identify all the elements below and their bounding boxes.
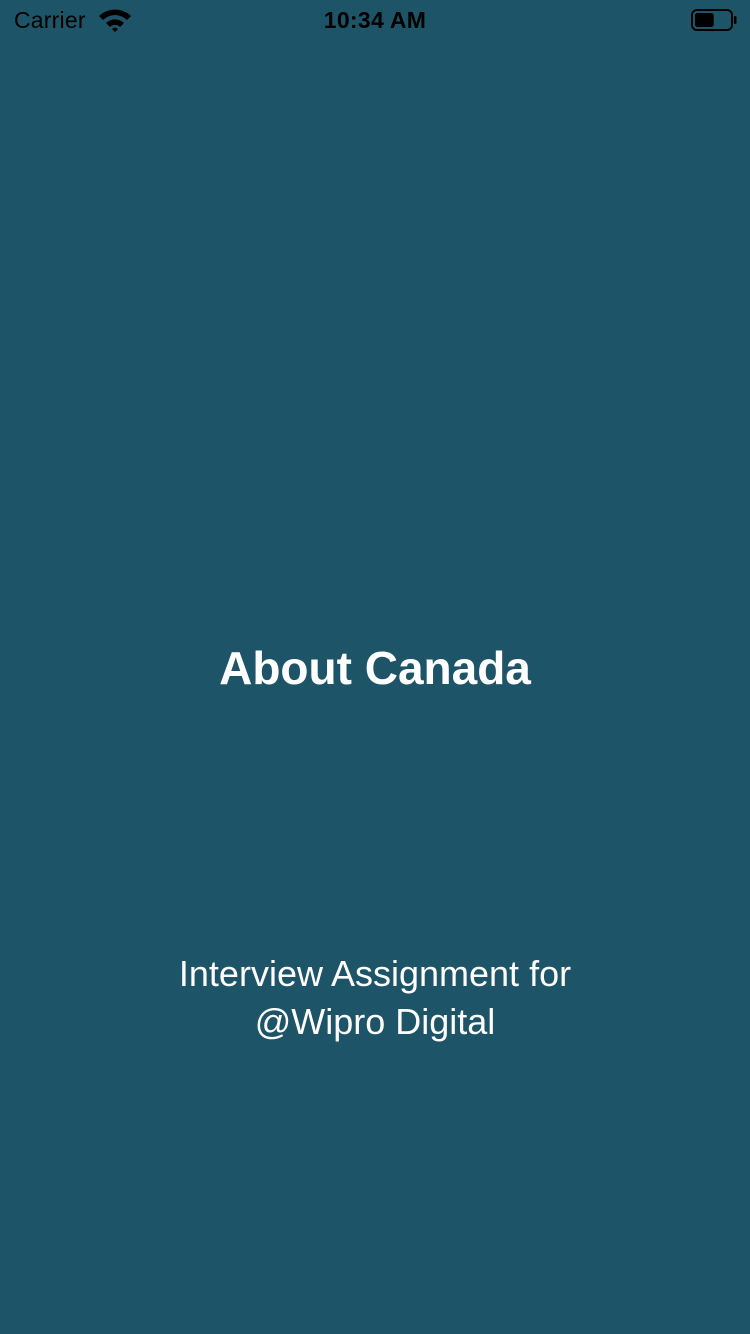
subtitle-line-1: Interview Assignment for: [178, 953, 572, 994]
status-time: 10:34 AM: [323, 7, 427, 33]
subtitle-line-2: @Wipro Digital: [254, 1001, 496, 1042]
battery-icon: [691, 8, 737, 32]
splash-subtitle: Interview Assignment for @Wipro Digital: [0, 950, 750, 1046]
splash-title: About Canada: [219, 642, 531, 694]
status-bar: Carrier 10:34 AM: [0, 0, 750, 40]
